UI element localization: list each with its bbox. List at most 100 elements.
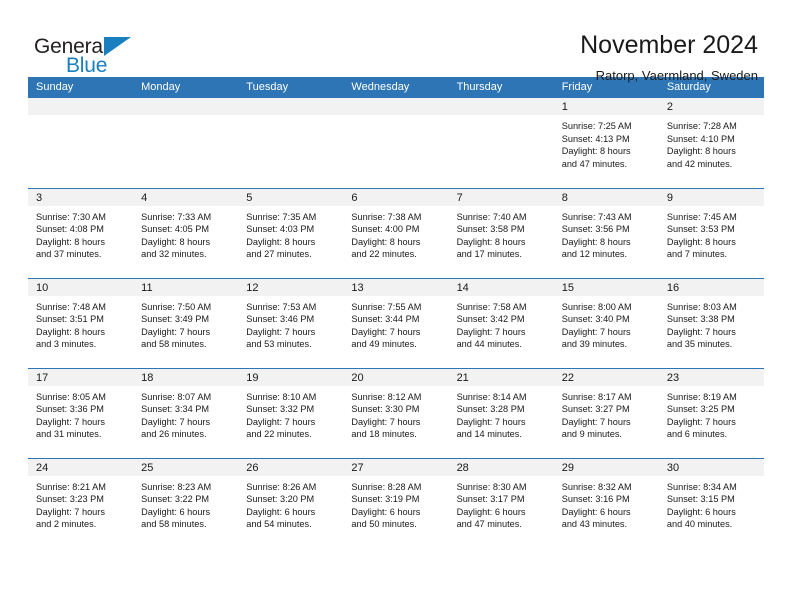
daylight-duration-line1: Daylight: 8 hours	[36, 236, 105, 247]
day-cell-content	[343, 98, 449, 188]
day-sun-info: Sunrise: 8:34 AM Sunset: 3:15 PM Daylight:…	[659, 476, 764, 531]
day-cell-content: 14 Sunrise: 7:58 AM Sunset: 3:42 PM Dayligh…	[448, 278, 554, 368]
day-sun-info: Sunrise: 7:30 AM Sunset: 4:08 PM Daylight:…	[28, 206, 133, 261]
day-sun-info: Sunrise: 8:21 AM Sunset: 3:23 PM Daylight:…	[28, 476, 133, 531]
sunrise-time: Sunrise: 7:33 AM	[141, 211, 212, 222]
sunset-time: Sunset: 3:53 PM	[666, 224, 735, 235]
daylight-duration-line2: and 43 minutes.	[561, 519, 628, 530]
calendar-day-cell[interactable]: 6 Sunrise: 7:38 AM Sunset: 4:00 PM Daylight…	[343, 187, 449, 278]
calendar-day-cell[interactable]: 30 Sunrise: 8:34 AM Sunset: 3:15 PM Dayligh…	[658, 457, 764, 548]
calendar-day-cell[interactable]: 8 Sunrise: 7:43 AM Sunset: 3:56 PM Daylight…	[553, 187, 659, 278]
calendar-day-cell[interactable]: 4 Sunrise: 7:33 AM Sunset: 4:05 PM Daylight…	[133, 187, 239, 278]
daylight-duration-line1: Daylight: 7 hours	[36, 416, 105, 427]
daylight-duration-line2: and 22 minutes.	[246, 429, 312, 440]
calendar-day-cell-empty	[28, 98, 134, 188]
sunset-time: Sunset: 3:15 PM	[666, 494, 735, 505]
daylight-duration-line2: and 27 minutes.	[246, 249, 312, 260]
daylight-duration-line2: and 6 minutes.	[666, 429, 728, 440]
day-number: 21	[448, 368, 554, 386]
sunset-time: Sunset: 3:38 PM	[666, 314, 735, 325]
daylight-duration-line1: Daylight: 7 hours	[666, 416, 736, 427]
sunset-time: Sunset: 3:32 PM	[246, 404, 315, 415]
sunrise-time: Sunrise: 8:14 AM	[456, 391, 527, 402]
daylight-duration-line2: and 42 minutes.	[666, 158, 733, 169]
sunset-time: Sunset: 3:16 PM	[561, 494, 630, 505]
day-number: 26	[238, 458, 344, 476]
day-sun-info: Sunrise: 7:58 AM Sunset: 3:42 PM Daylight:…	[449, 296, 554, 351]
sunrise-time: Sunrise: 8:30 AM	[456, 481, 527, 492]
sunrise-time: Sunrise: 8:19 AM	[666, 391, 737, 402]
calendar-day-cell[interactable]: 13 Sunrise: 7:55 AM Sunset: 3:44 PM Dayligh…	[343, 277, 449, 368]
calendar-day-cell[interactable]: 26 Sunrise: 8:26 AM Sunset: 3:20 PM Dayligh…	[238, 457, 344, 549]
calendar-day-cell[interactable]: 10 Sunrise: 7:48 AM Sunset: 3:51 PM Dayligh…	[28, 277, 134, 368]
calendar-day-cell[interactable]: 2 Sunrise: 7:28 AM Sunset: 4:10 PM Daylight…	[658, 98, 764, 188]
day-number: 28	[448, 458, 554, 476]
calendar-day-cell[interactable]: 23 Sunrise: 8:19 AM Sunset: 3:25 PM Dayligh…	[658, 367, 764, 458]
day-sun-info: Sunrise: 8:32 AM Sunset: 3:16 PM Daylight:…	[554, 476, 659, 531]
day-sun-info: Sunrise: 8:26 AM Sunset: 3:20 PM Daylight:…	[238, 476, 343, 531]
sunset-time: Sunset: 3:23 PM	[36, 494, 104, 505]
calendar-day-cell[interactable]: 15 Sunrise: 8:00 AM Sunset: 3:40 PM Dayligh…	[553, 277, 659, 368]
daylight-duration-line1: Daylight: 8 hours	[456, 236, 526, 247]
sunrise-time: Sunrise: 7:45 AM	[666, 211, 737, 222]
general-blue-logo[interactable]: General Blue	[34, 36, 154, 82]
sunrise-time: Sunrise: 7:53 AM	[246, 301, 317, 312]
calendar-table: Sunday Monday Tuesday Wednesday Thursday…	[28, 77, 764, 548]
calendar-day-cell[interactable]: 9 Sunrise: 7:45 AM Sunset: 3:53 PM Daylight…	[658, 187, 764, 278]
calendar-day-cell[interactable]: 24 Sunrise: 8:21 AM Sunset: 3:23 PM Dayligh…	[28, 457, 134, 548]
calendar-day-cell[interactable]: 17 Sunrise: 8:05 AM Sunset: 3:36 PM Dayligh…	[28, 367, 134, 458]
calendar-day-cell[interactable]: 14 Sunrise: 7:58 AM Sunset: 3:42 PM Dayligh…	[448, 277, 554, 368]
calendar-day-cell[interactable]: 7 Sunrise: 7:40 AM Sunset: 3:58 PM Daylight…	[448, 187, 554, 278]
calendar-day-cell[interactable]: 19 Sunrise: 8:10 AM Sunset: 3:32 PM Dayligh…	[238, 367, 344, 458]
calendar-day-cell[interactable]: 16 Sunrise: 8:03 AM Sunset: 3:38 PM Dayligh…	[658, 277, 764, 368]
calendar-day-cell[interactable]: 3 Sunrise: 7:30 AM Sunset: 4:08 PM Daylight…	[28, 187, 134, 278]
daylight-duration-line2: and 54 minutes.	[246, 519, 312, 530]
daylight-duration-line2: and 53 minutes.	[246, 339, 312, 350]
day-cell-content: 6 Sunrise: 7:38 AM Sunset: 4:00 PM Daylight…	[343, 188, 449, 278]
day-number: 2	[658, 98, 764, 115]
calendar-day-cell[interactable]: 11 Sunrise: 7:50 AM Sunset: 3:49 PM Dayligh…	[133, 277, 239, 368]
sunset-time: Sunset: 3:46 PM	[246, 314, 315, 325]
daylight-duration-line1: Daylight: 6 hours	[141, 506, 211, 517]
calendar-day-cell[interactable]: 27 Sunrise: 8:28 AM Sunset: 3:19 PM Dayligh…	[343, 457, 449, 548]
daylight-duration-line1: Daylight: 6 hours	[351, 506, 421, 517]
calendar-day-cell[interactable]: 25 Sunrise: 8:23 AM Sunset: 3:22 PM Dayligh…	[133, 457, 239, 548]
page-header: General Blue November 2024 Ratorp, Vaerm…	[0, 0, 792, 83]
day-number: 17	[28, 368, 134, 386]
day-number: 7	[448, 188, 554, 206]
day-cell-content: 26 Sunrise: 8:26 AM Sunset: 3:20 PM Dayligh…	[238, 458, 344, 549]
day-cell-content	[133, 98, 239, 188]
weekday-header-wednesday: Wednesday	[343, 77, 449, 98]
daylight-duration-line2: and 18 minutes.	[351, 429, 417, 440]
calendar-day-cell[interactable]: 29 Sunrise: 8:32 AM Sunset: 3:16 PM Dayligh…	[553, 457, 659, 548]
daylight-duration-line1: Daylight: 8 hours	[666, 146, 736, 157]
calendar-day-cell[interactable]: 1 Sunrise: 7:25 AM Sunset: 4:13 PM Daylight…	[553, 98, 659, 188]
day-sun-info: Sunrise: 7:50 AM Sunset: 3:49 PM Daylight:…	[133, 296, 238, 351]
daylight-duration-line1: Daylight: 8 hours	[141, 236, 211, 247]
sunset-time: Sunset: 3:36 PM	[36, 404, 104, 415]
sunset-time: Sunset: 4:00 PM	[351, 224, 420, 235]
day-number-empty	[133, 98, 239, 115]
calendar-body: 1 Sunrise: 7:25 AM Sunset: 4:13 PM Daylight…	[28, 98, 764, 548]
title-block: November 2024 Ratorp, Vaermland, Sweden	[580, 30, 758, 84]
calendar-day-cell[interactable]: 21 Sunrise: 8:14 AM Sunset: 3:28 PM Dayligh…	[448, 367, 554, 458]
sunrise-time: Sunrise: 8:26 AM	[246, 481, 317, 492]
calendar-day-cell[interactable]: 22 Sunrise: 8:17 AM Sunset: 3:27 PM Dayligh…	[553, 367, 659, 458]
sunset-time: Sunset: 3:28 PM	[456, 404, 525, 415]
sunset-time: Sunset: 3:49 PM	[141, 314, 210, 325]
calendar-day-cell[interactable]: 5 Sunrise: 7:35 AM Sunset: 4:03 PM Daylight…	[238, 187, 344, 278]
daylight-duration-line1: Daylight: 6 hours	[666, 506, 736, 517]
daylight-duration-line1: Daylight: 7 hours	[36, 506, 105, 517]
sunset-time: Sunset: 3:19 PM	[351, 494, 420, 505]
calendar-day-cell[interactable]: 18 Sunrise: 8:07 AM Sunset: 3:34 PM Dayligh…	[133, 367, 239, 458]
day-sun-info: Sunrise: 8:28 AM Sunset: 3:19 PM Daylight:…	[343, 476, 448, 531]
day-number: 15	[553, 278, 659, 296]
day-cell-content: 22 Sunrise: 8:17 AM Sunset: 3:27 PM Dayligh…	[553, 368, 659, 458]
calendar-day-cell[interactable]: 12 Sunrise: 7:53 AM Sunset: 3:46 PM Dayligh…	[238, 277, 344, 368]
day-sun-info: Sunrise: 8:03 AM Sunset: 3:38 PM Daylight:…	[659, 296, 764, 351]
day-sun-info: Sunrise: 8:12 AM Sunset: 3:30 PM Daylight:…	[343, 386, 448, 441]
day-number: 3	[28, 188, 134, 206]
day-number: 5	[238, 188, 344, 206]
calendar-day-cell[interactable]: 20 Sunrise: 8:12 AM Sunset: 3:30 PM Dayligh…	[343, 367, 449, 458]
calendar-day-cell[interactable]: 28 Sunrise: 8:30 AM Sunset: 3:17 PM Dayligh…	[448, 457, 554, 548]
